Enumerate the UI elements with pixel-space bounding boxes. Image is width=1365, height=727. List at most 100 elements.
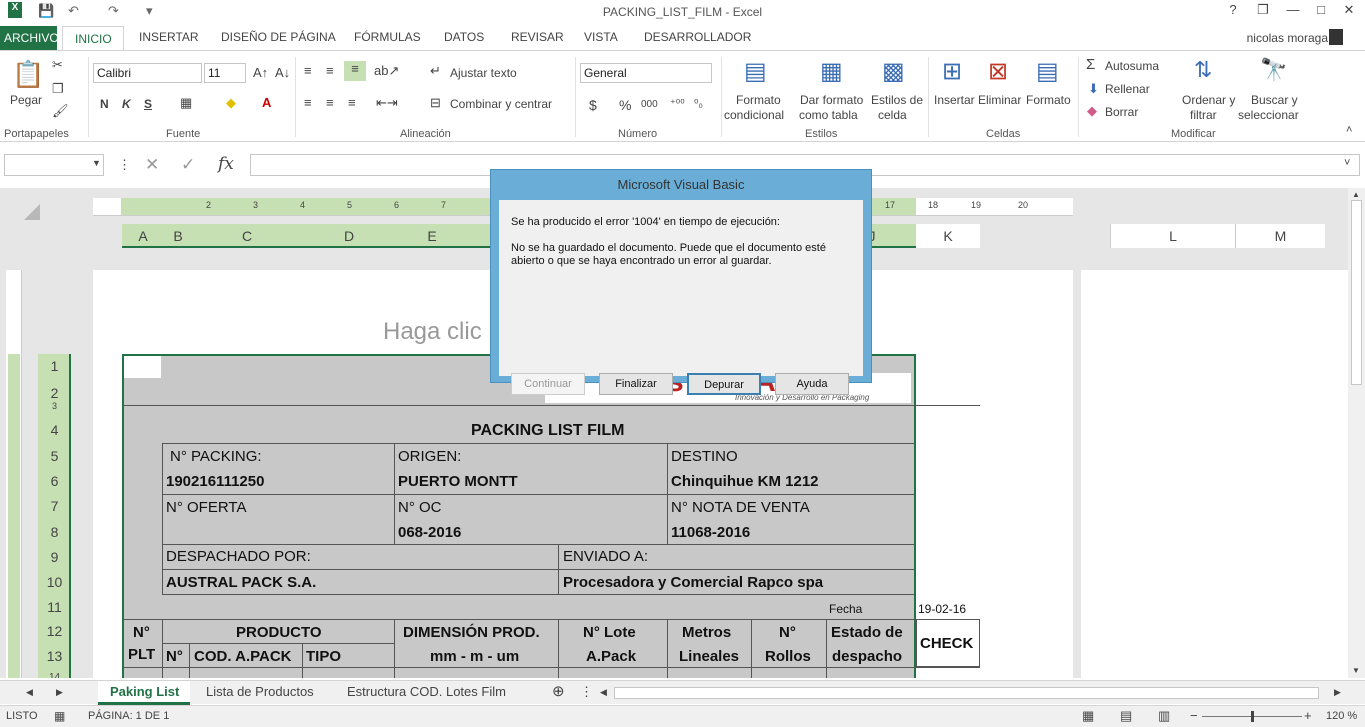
- enter-icon[interactable]: ✓: [181, 155, 195, 175]
- cell-styles-label-2[interactable]: celda: [878, 108, 907, 122]
- row-header[interactable]: 11: [38, 599, 71, 615]
- clear-icon[interactable]: ◆: [1087, 103, 1097, 119]
- fill-button[interactable]: Rellenar: [1105, 82, 1150, 96]
- help-button[interactable]: ?: [1220, 2, 1246, 17]
- autosum-button[interactable]: Autosuma: [1105, 59, 1159, 73]
- sheet-tab-estructura[interactable]: Estructura COD. Lotes Film: [347, 684, 506, 699]
- align-middle-icon[interactable]: ≡: [326, 63, 334, 78]
- sort-filter-label-2[interactable]: filtrar: [1190, 108, 1217, 122]
- underline-button[interactable]: S: [144, 97, 152, 111]
- zoom-out-button[interactable]: −: [1190, 708, 1198, 723]
- find-select-icon[interactable]: 🔭: [1260, 57, 1287, 83]
- oferta-label[interactable]: N° OFERTA: [166, 499, 246, 516]
- row-header[interactable]: 5: [38, 448, 71, 464]
- italic-button[interactable]: K: [122, 97, 131, 111]
- packing-label[interactable]: N° PACKING:: [170, 448, 262, 465]
- orientation-icon[interactable]: ab↗: [374, 63, 399, 79]
- check-header[interactable]: CHECK: [920, 635, 973, 652]
- packing-value[interactable]: 190216111250: [166, 473, 264, 490]
- oc-value[interactable]: 068-2016: [398, 524, 461, 541]
- name-box-dropdown-icon[interactable]: ▼: [92, 158, 101, 168]
- align-left-icon[interactable]: ≡: [304, 95, 312, 110]
- tab-desarrollador[interactable]: DESARROLLADOR: [644, 30, 751, 44]
- collapse-ribbon-icon[interactable]: ˄: [1346, 124, 1352, 136]
- debug-button[interactable]: Depurar: [687, 373, 761, 395]
- indent-icon[interactable]: ⇤⇥: [376, 95, 398, 111]
- sheet-tab-lista-productos[interactable]: Lista de Productos: [206, 684, 314, 699]
- insert-cells-icon[interactable]: ⊞: [942, 57, 962, 86]
- metros-header-1[interactable]: Metros: [682, 624, 731, 641]
- format-table-label-1[interactable]: Dar formato: [800, 93, 863, 107]
- producto-header[interactable]: PRODUCTO: [236, 624, 322, 641]
- autosum-icon[interactable]: Σ: [1086, 56, 1095, 73]
- enviado-value[interactable]: Procesadora y Comercial Rapco spa: [563, 574, 823, 591]
- conditional-format-label-2[interactable]: condicional: [724, 108, 784, 122]
- row-header[interactable]: 6: [38, 473, 71, 489]
- tab-insertar[interactable]: INSERTAR: [139, 30, 199, 44]
- column-header-c[interactable]: C: [192, 224, 302, 248]
- name-box[interactable]: [4, 154, 104, 176]
- cancel-icon[interactable]: ✕: [145, 155, 159, 175]
- plt-header-2[interactable]: PLT: [128, 646, 155, 663]
- shrink-font-icon[interactable]: A↓: [275, 65, 290, 80]
- column-header-d[interactable]: D: [302, 224, 396, 248]
- row-header[interactable]: 4: [38, 422, 71, 438]
- header-placeholder[interactable]: Haga clic: [383, 318, 482, 346]
- continue-button[interactable]: Continuar: [511, 373, 585, 395]
- number-format-select[interactable]: General: [580, 63, 712, 83]
- align-top-icon[interactable]: ≡: [304, 63, 312, 78]
- normal-view-icon[interactable]: ▦: [1082, 708, 1094, 724]
- tipo-header[interactable]: TIPO: [306, 648, 341, 665]
- select-all-icon[interactable]: [24, 204, 40, 220]
- rollos-header-1[interactable]: N°: [779, 624, 796, 641]
- row-header[interactable]: 7: [38, 498, 71, 514]
- sheet-tab-paking-list[interactable]: Paking List: [98, 681, 190, 705]
- dimension-header-1[interactable]: DIMENSIÓN PROD.: [403, 624, 540, 641]
- zoom-in-button[interactable]: +: [1304, 708, 1312, 723]
- align-center-icon[interactable]: ≡: [326, 95, 334, 110]
- align-bottom-icon[interactable]: ≡: [344, 61, 366, 81]
- cell-styles-label-1[interactable]: Estilos de: [871, 93, 923, 107]
- font-size-select[interactable]: 11: [204, 63, 246, 83]
- sort-filter-icon[interactable]: ⇅: [1194, 57, 1212, 83]
- percent-button[interactable]: %: [619, 97, 631, 113]
- copy-icon[interactable]: ❐: [52, 81, 64, 97]
- tab-archivo[interactable]: ARCHIVO: [0, 26, 59, 50]
- row-header[interactable]: 12: [38, 623, 71, 639]
- despachado-label[interactable]: DESPACHADO POR:: [166, 548, 311, 565]
- zoom-slider-thumb[interactable]: [1251, 711, 1254, 722]
- column-header-l[interactable]: L: [1110, 224, 1235, 248]
- vertical-scroll-thumb[interactable]: [1351, 200, 1362, 385]
- paste-icon[interactable]: 📋: [12, 59, 44, 90]
- format-cells-icon[interactable]: ▤: [1036, 57, 1059, 86]
- nota-value[interactable]: 11068-2016: [671, 524, 750, 541]
- plt-header-1[interactable]: N°: [133, 624, 150, 641]
- column-header-m[interactable]: M: [1235, 224, 1325, 248]
- next-sheet-icon[interactable]: ▶: [56, 687, 63, 698]
- fecha-label[interactable]: Fecha: [829, 602, 862, 616]
- help-dialog-button[interactable]: Ayuda: [775, 373, 849, 395]
- horizontal-scroll-thumb[interactable]: [614, 687, 1319, 699]
- wrap-text-icon[interactable]: ↵: [430, 63, 441, 79]
- thousands-button[interactable]: 000: [641, 99, 658, 110]
- estado-header-1[interactable]: Estado de: [831, 624, 903, 641]
- delete-cells-icon[interactable]: ⊠: [988, 57, 1008, 86]
- vertical-scrollbar[interactable]: ▲ ▼: [1348, 188, 1365, 678]
- zoom-level[interactable]: 120 %: [1326, 710, 1357, 722]
- column-header-k[interactable]: K: [916, 224, 980, 248]
- paste-button[interactable]: Pegar: [10, 93, 42, 107]
- end-button[interactable]: Finalizar: [599, 373, 673, 395]
- user-name[interactable]: nicolas moraga: [1247, 31, 1328, 45]
- tab-revisar[interactable]: REVISAR: [511, 30, 564, 44]
- tab-datos[interactable]: DATOS: [444, 30, 484, 44]
- row-header[interactable]: 10: [38, 574, 71, 590]
- dimension-header-2[interactable]: mm - m - um: [430, 648, 519, 665]
- origen-value[interactable]: PUERTO MONTT: [398, 473, 518, 490]
- destino-value[interactable]: Chinquihue KM 1212: [671, 473, 819, 490]
- insert-cells-button[interactable]: Insertar: [934, 93, 975, 107]
- clear-button[interactable]: Borrar: [1105, 105, 1138, 119]
- conditional-format-label-1[interactable]: Formato: [736, 93, 781, 107]
- fecha-value[interactable]: 19-02-16: [918, 602, 966, 616]
- find-select-label-1[interactable]: Buscar y: [1251, 93, 1298, 107]
- page-break-view-icon[interactable]: ▥: [1158, 708, 1170, 724]
